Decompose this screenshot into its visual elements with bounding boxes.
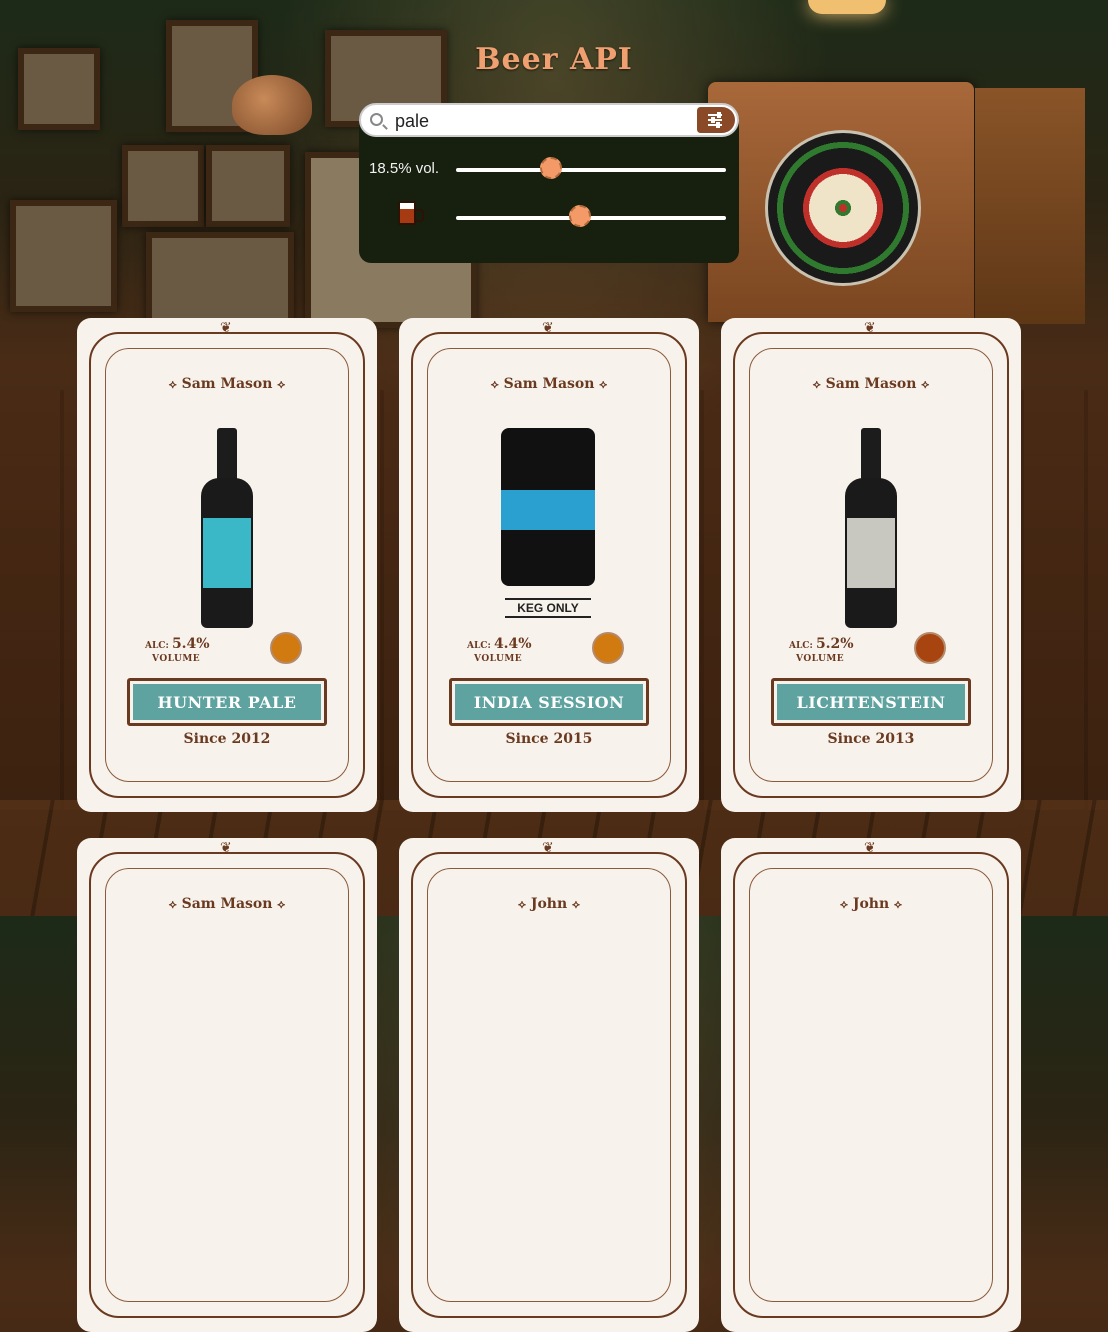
color-slider-thumb[interactable] [569,205,592,227]
beer-card[interactable]: ❦ ⟡ Sam Mason ⟡ ALC: 5.2% VOLUME LICHTENST… [721,318,1021,812]
beer-name: INDIA SESSION [455,684,643,720]
wall-frame [122,145,204,227]
swirl-icon: ⟡ [277,377,286,391]
swirl-icon: ⟡ [894,897,902,911]
bottle-image [845,428,897,628]
beer-name-ribbon: LICHTENSTEIN [771,678,971,726]
ceiling-light [808,0,886,14]
dartboard [765,130,921,286]
app-title: Beer API [475,42,633,77]
swirl-icon: ⟡ [168,897,177,911]
ornament-icon: ❦ [864,320,876,336]
abv-value: ALC: 4.4% [467,636,532,652]
abv-filter-label: 18.5% vol. [369,160,440,177]
swirl-icon: ⟡ [840,897,848,911]
abv-slider-thumb[interactable] [539,157,562,179]
swirl-icon: ⟡ [277,897,286,911]
search-bar [359,103,739,137]
search-icon [370,113,383,126]
abv-value: ALC: 5.2% [789,636,854,652]
beer-card[interactable]: ❦ ⟡ Sam Mason ⟡ KEG ONLY ALC: 4.4% VOLUME I… [399,318,699,812]
volume-label: VOLUME [152,654,201,664]
brewer-label: Sam Mason [503,376,595,392]
dartboard-cabinet-door [975,88,1085,324]
card-inner-border [427,868,671,1302]
swirl-icon: ⟡ [921,377,930,391]
wall-frame [10,200,117,312]
keg-label-art [501,490,595,530]
volume-label: VOLUME [474,654,523,664]
brewer-label: John [530,896,568,912]
beer-color-swatch [592,632,624,664]
brewer-name: ⟡ Sam Mason ⟡ [77,376,377,392]
since-year: Since 2012 [183,731,271,747]
brewer-name: ⟡ Sam Mason ⟡ [721,376,1021,392]
ornament-icon: ❦ [220,320,232,336]
volume-label: VOLUME [796,654,845,664]
brewer-label: Sam Mason [181,896,273,912]
keg-image [501,428,595,586]
brewer-name: ⟡ Sam Mason ⟡ [399,376,699,392]
swirl-icon: ⟡ [599,377,608,391]
beer-color-swatch [914,632,946,664]
card-inner-border [749,868,993,1302]
swirl-icon: ⟡ [518,897,526,911]
abv-slider[interactable] [456,157,726,179]
beer-name: LICHTENSTEIN [777,684,965,720]
beer-name-ribbon: HUNTER PALE [127,678,327,726]
beer-card[interactable]: ❦ ⟡ John ⟡ [721,838,1021,1332]
filter-toggle-button[interactable] [697,107,735,133]
since-year: Since 2013 [827,731,915,747]
wall-frame [146,232,294,330]
bottle-image [201,428,253,628]
ornament-icon: ❦ [542,320,554,336]
beer-card[interactable]: ❦ ⟡ John ⟡ [399,838,699,1332]
search-input[interactable] [395,110,685,132]
brewer-label: John [852,896,890,912]
beer-name-ribbon: INDIA SESSION [449,678,649,726]
beer-mug-icon [398,201,424,225]
swirl-icon: ⟡ [572,897,580,911]
keg-only-label: KEG ONLY [505,598,591,618]
brewer-label: Sam Mason [181,376,273,392]
swirl-icon: ⟡ [812,377,821,391]
beer-card[interactable]: ❦ ⟡ Sam Mason ⟡ ALC: 5.4% VOLUME HUNTER PA… [77,318,377,812]
swirl-icon: ⟡ [490,377,499,391]
brewer-label: Sam Mason [825,376,917,392]
since-year: Since 2015 [505,731,593,747]
wall-frame [206,145,290,227]
brewer-name: ⟡ John ⟡ [721,896,1021,912]
beer-card[interactable]: ❦ ⟡ Sam Mason ⟡ [77,838,377,1332]
wall-lamp [232,75,312,135]
beer-color-swatch [270,632,302,664]
beer-name: HUNTER PALE [133,684,321,720]
abv-value: ALC: 5.4% [145,636,210,652]
card-inner-border [105,868,349,1302]
ornament-icon: ❦ [220,840,232,856]
ornament-icon: ❦ [864,840,876,856]
brewer-name: ⟡ Sam Mason ⟡ [77,896,377,912]
color-slider[interactable] [456,205,726,227]
search-panel: 18.5% vol. [359,103,739,263]
ornament-icon: ❦ [542,840,554,856]
brewer-name: ⟡ John ⟡ [399,896,699,912]
swirl-icon: ⟡ [168,377,177,391]
